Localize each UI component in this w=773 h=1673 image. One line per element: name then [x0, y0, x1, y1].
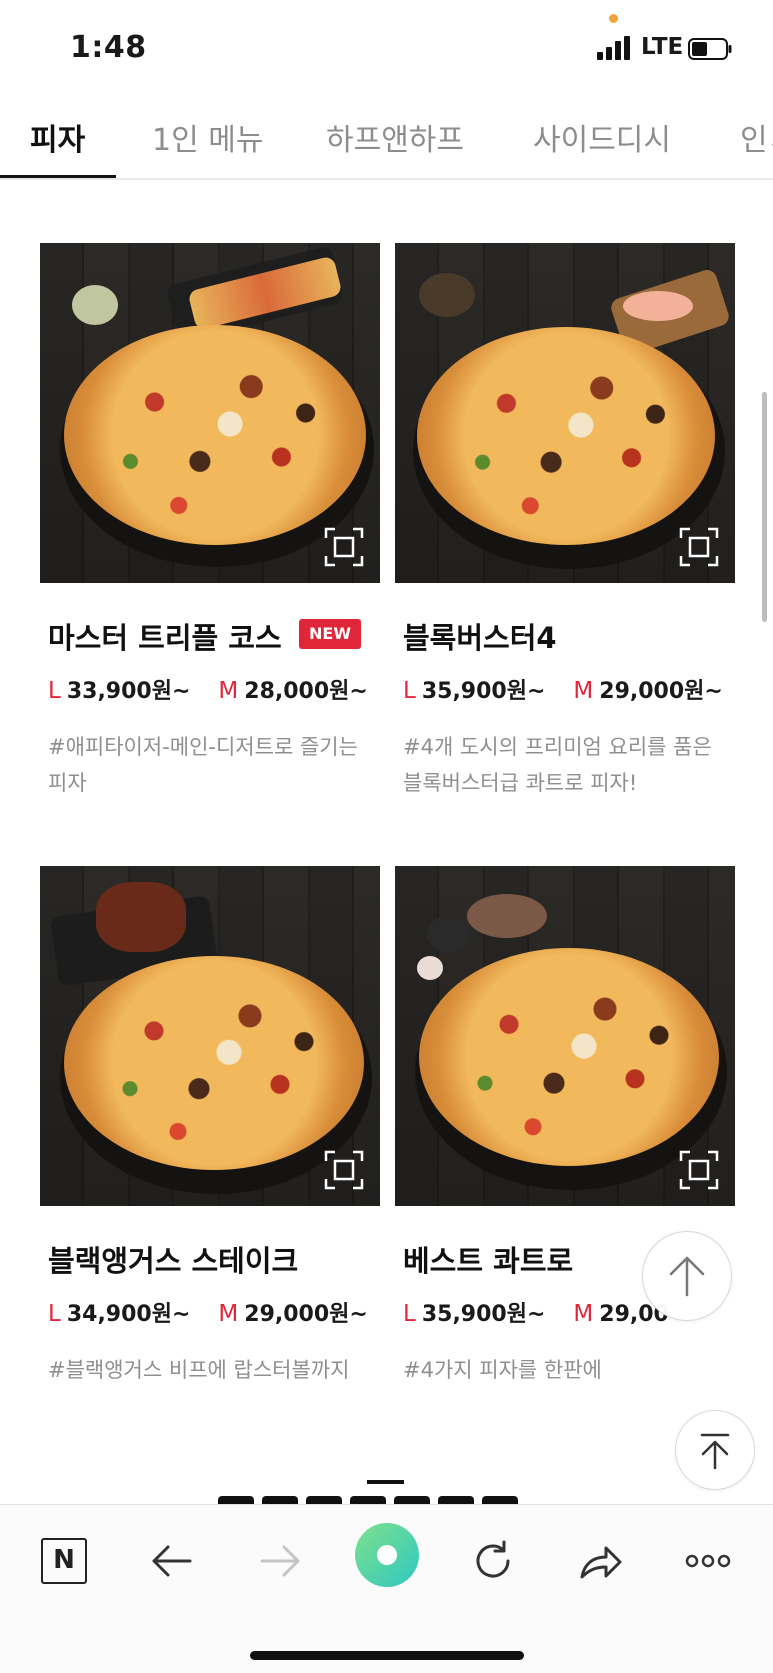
naver-label: N: [41, 1538, 87, 1584]
size-medium-label: M: [573, 1301, 594, 1327]
price-medium: 29,000원~: [599, 679, 723, 704]
size-medium-label: M: [218, 678, 239, 704]
product-description: #4가지 피자를 한판에: [403, 1358, 602, 1382]
share-icon[interactable]: [570, 1531, 630, 1591]
back-arrow-icon[interactable]: [142, 1531, 202, 1591]
section-divider: [367, 1480, 404, 1484]
status-bar: 1:48 LTE: [0, 0, 773, 95]
product-prices: L 34,900원~ M 29,000원~: [48, 1296, 368, 1328]
size-large-label: L: [48, 1301, 61, 1327]
size-medium-label: M: [573, 678, 594, 704]
reload-icon[interactable]: [463, 1531, 523, 1591]
tab-partial[interactable]: 인ㅅ: [740, 115, 773, 159]
product-card[interactable]: 블랙앵거스 스테이크 L 34,900원~ M 29,000원~ #블랙앵거스 비프에…: [40, 866, 380, 1386]
price-medium: 28,000원~: [244, 679, 368, 704]
product-prices: L 35,900원~ M 29,000원~: [403, 673, 723, 705]
product-image[interactable]: [40, 243, 380, 583]
product-name[interactable]: 블록버스터4: [403, 615, 557, 657]
product-image[interactable]: [395, 243, 735, 583]
scrollbar[interactable]: [762, 392, 767, 622]
forward-arrow-icon[interactable]: [250, 1531, 310, 1591]
scroll-up-button[interactable]: [642, 1231, 732, 1321]
network-type: LTE: [641, 34, 684, 60]
product-card[interactable]: 마스터 트리플 코스 NEW L 33,900원~ M 28,000원~ #애피타이저…: [40, 243, 380, 803]
product-prices: L 33,900원~ M 28,000원~: [48, 673, 368, 705]
home-indicator: [250, 1651, 524, 1660]
mic-indicator-dot: [609, 14, 618, 23]
status-time: 1:48: [70, 30, 147, 65]
green-circle-button[interactable]: [355, 1523, 419, 1587]
size-medium-label: M: [218, 1301, 239, 1327]
product-image[interactable]: [395, 866, 735, 1206]
product-name[interactable]: 베스트 콰트로: [403, 1238, 573, 1280]
price-large: 34,900원~: [66, 1302, 191, 1327]
price-large: 33,900원~: [66, 679, 191, 704]
scroll-top-button[interactable]: [675, 1410, 755, 1490]
tab-pizza[interactable]: 피자: [30, 115, 85, 159]
category-tabs: 피자 1인 메뉴 하프앤하프 사이드디시 인ㅅ: [0, 95, 773, 180]
new-badge: NEW: [299, 619, 361, 649]
product-description: #애피타이저-메인-디저트로 즐기는 피자: [48, 735, 358, 795]
tab-half-and-half[interactable]: 하프앤하프: [326, 115, 464, 159]
price-large: 35,900원~: [421, 679, 546, 704]
scroll-up-icon: [669, 1256, 705, 1297]
page: 1:48 LTE 피자 1인 메뉴 하프앤하프 사이드디시 인ㅅ: [0, 0, 773, 1673]
tab-side-dish[interactable]: 사이드디시: [533, 115, 671, 159]
naver-home-button[interactable]: N: [34, 1531, 94, 1591]
battery-icon: [688, 38, 732, 60]
product-description: #블랙앵거스 비프에 랍스터볼까지: [48, 1358, 350, 1382]
size-large-label: L: [48, 678, 61, 704]
price-large: 35,900원~: [421, 1302, 546, 1327]
zoom-frame-icon[interactable]: [679, 527, 719, 567]
product-prices: L 35,900원~ M 29,00: [403, 1296, 669, 1328]
size-large-label: L: [403, 678, 416, 704]
browser-toolbar: N: [0, 1504, 773, 1673]
size-large-label: L: [403, 1301, 416, 1327]
zoom-frame-icon[interactable]: [679, 1150, 719, 1190]
green-circle-icon: [377, 1545, 397, 1565]
zoom-frame-icon[interactable]: [324, 1150, 364, 1190]
product-name[interactable]: 마스터 트리플 코스: [48, 615, 282, 657]
signal-icon: [597, 36, 630, 60]
scroll-top-icon: [700, 1433, 730, 1470]
product-image[interactable]: [40, 866, 380, 1206]
product-description: #4개 도시의 프리미엄 요리를 품은 블록버스터급 콰트로 피자!: [403, 735, 712, 795]
product-name[interactable]: 블랙앵거스 스테이크: [48, 1238, 298, 1280]
product-card[interactable]: 블록버스터4 L 35,900원~ M 29,000원~ #4개 도시의 프리미엄 요…: [395, 243, 735, 803]
tab-single-menu[interactable]: 1인 메뉴: [152, 115, 263, 159]
more-icon[interactable]: [678, 1531, 738, 1591]
active-tab-underline: [0, 175, 116, 178]
price-medium: 29,000원~: [244, 1302, 368, 1327]
zoom-frame-icon[interactable]: [324, 527, 364, 567]
